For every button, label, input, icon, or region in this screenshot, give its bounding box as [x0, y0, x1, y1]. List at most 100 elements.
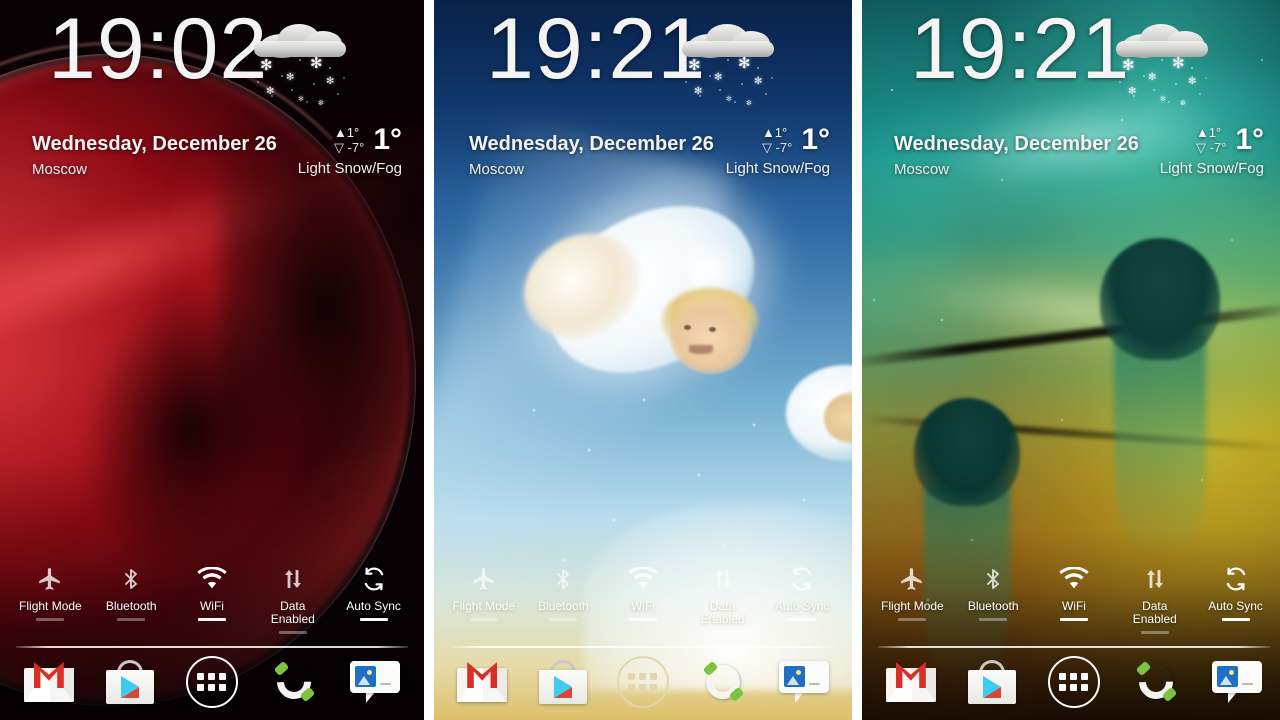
toggle-state-bar [1140, 631, 1169, 634]
weather-widget[interactable]: ▲1° ▽ -7° 1° Light Snow/Fog [1159, 123, 1264, 178]
toggle-wifi[interactable]: WiFi [175, 562, 249, 621]
toggle-label: Bluetooth [538, 599, 589, 613]
auto-sync-icon [1199, 562, 1273, 596]
toggle-state-bar [979, 618, 1008, 621]
quick-toggles-row: Flight Mode Bluetooth WiFi Data Enabled … [434, 562, 852, 634]
quick-toggles-row: Flight Mode Bluetooth WiFi Data Enabled … [0, 562, 424, 634]
gmail-icon[interactable] [18, 651, 80, 713]
play-store-icon[interactable] [99, 651, 161, 713]
clock-time[interactable]: 19:02 [48, 6, 268, 92]
toggle-label: Auto Sync [774, 599, 830, 613]
gmail-icon[interactable] [451, 651, 513, 713]
airplane-icon [875, 562, 949, 596]
airplane-icon [447, 562, 521, 596]
toggle-flight-mode[interactable]: Flight Mode [875, 562, 949, 621]
toggle-bluetooth[interactable]: Bluetooth [956, 562, 1030, 621]
homescreen-nebula[interactable]: 19:21 ✻ ✻ ✻ ✻ ✻ ✻ ✻ Wednesday, December … [862, 0, 1280, 720]
toggle-data-enabled[interactable]: Data Enabled [256, 562, 330, 634]
weather-widget[interactable]: ▲1° ▽ -7° 1° Light Snow/Fog [297, 123, 402, 178]
temp-current: 1° [1235, 123, 1264, 156]
app-drawer-icon[interactable] [612, 651, 674, 713]
toggle-state-bar [36, 618, 65, 621]
data-sync-arrows-icon [256, 562, 330, 596]
auto-sync-icon [337, 562, 411, 596]
bluetooth-icon [94, 562, 168, 596]
toggle-state-bar [117, 618, 146, 621]
phone-icon[interactable] [263, 651, 325, 713]
weather-condition: Light Snow/Fog [1159, 160, 1264, 177]
bluetooth-icon [526, 562, 600, 596]
toggle-bluetooth[interactable]: Bluetooth [94, 562, 168, 621]
temp-current: 1° [373, 123, 402, 156]
toggle-data-enabled[interactable]: Data Enabled [1118, 562, 1192, 634]
panel-separator-right [852, 0, 862, 720]
toggle-auto-sync[interactable]: Auto Sync [1199, 562, 1273, 621]
gmail-icon[interactable] [880, 651, 942, 713]
toggle-label: WiFi [630, 599, 655, 613]
toggle-state-bar [1221, 618, 1250, 621]
app-drawer-icon[interactable] [1043, 651, 1105, 713]
wifi-icon [606, 562, 680, 596]
date-label: Wednesday, December 26 [32, 133, 277, 155]
toggle-auto-sync[interactable]: Auto Sync [337, 562, 411, 621]
clock-time[interactable]: 19:21 [486, 6, 706, 92]
play-store-icon[interactable] [961, 651, 1023, 713]
toggle-label: Data Enabled [1132, 599, 1177, 626]
quick-toggles-row: Flight Mode Bluetooth WiFi Data Enabled … [862, 562, 1280, 634]
phone-icon[interactable] [692, 651, 754, 713]
toggle-label: Bluetooth [105, 599, 157, 613]
homescreen-blue[interactable]: 19:21 ✻ ✻ ✻ ✻ ✻ ✻ ✻ Wednesday, December … [434, 0, 852, 720]
toggle-label: Flight Mode [452, 599, 516, 613]
temp-high: ▲1° [761, 125, 788, 140]
messaging-icon[interactable] [344, 651, 406, 713]
app-drawer-icon[interactable] [181, 651, 243, 713]
weather-widget[interactable]: ▲1° ▽ -7° 1° Light Snow/Fog [726, 123, 830, 178]
wifi-icon [175, 562, 249, 596]
toggle-state-bar [1059, 618, 1088, 621]
toggle-bluetooth[interactable]: Bluetooth [526, 562, 600, 621]
toggle-label: WiFi [199, 599, 224, 613]
temp-low: ▽ -7° [761, 140, 793, 155]
dock-bar [434, 648, 852, 716]
date-label: Wednesday, December 26 [894, 133, 1139, 155]
toggle-state-bar [708, 631, 737, 634]
play-store-icon[interactable] [532, 651, 594, 713]
clock-time[interactable]: 19:21 [910, 6, 1130, 92]
snow-cloud-icon: ✻ ✻ ✻ ✻ ✻ ✻ ✻ [1110, 18, 1218, 110]
temp-high: ▲1° [333, 125, 360, 140]
phone-icon[interactable] [1125, 651, 1187, 713]
city-label: Moscow [469, 161, 525, 178]
temp-current: 1° [801, 123, 830, 156]
toggle-flight-mode[interactable]: Flight Mode [447, 562, 521, 621]
toggle-wifi[interactable]: WiFi [606, 562, 680, 621]
messaging-icon[interactable] [773, 651, 835, 713]
homescreen-gallery: 19:02 ✻ ✻ ✻ ✻ ✻ ✻ ✻ Wednesday, December … [0, 0, 1280, 720]
toggle-state-bar [469, 618, 498, 621]
toggle-data-enabled[interactable]: Data Enabled [686, 562, 760, 634]
toggle-label: Flight Mode [19, 599, 82, 613]
temp-low: ▽ -7° [333, 140, 365, 155]
panel-separator-left [424, 0, 434, 720]
temp-low: ▽ -7° [1195, 140, 1227, 155]
toggle-label: Auto Sync [1208, 599, 1263, 613]
dock-bar [862, 648, 1280, 716]
toggle-state-bar [898, 618, 927, 621]
toggle-wifi[interactable]: WiFi [1037, 562, 1111, 621]
messaging-icon[interactable] [1206, 651, 1268, 713]
toggle-label: WiFi [1061, 599, 1086, 613]
city-label: Moscow [32, 161, 88, 178]
toggle-state-bar [359, 618, 388, 621]
toggle-flight-mode[interactable]: Flight Mode [13, 562, 87, 621]
toggle-label: Bluetooth [967, 599, 1019, 613]
date-label: Wednesday, December 26 [469, 133, 714, 155]
snow-cloud-icon: ✻ ✻ ✻ ✻ ✻ ✻ ✻ [248, 18, 356, 110]
wifi-icon [1037, 562, 1111, 596]
toggle-label: Data Enabled [270, 599, 315, 626]
city-label: Moscow [894, 161, 950, 178]
homescreen-red[interactable]: 19:02 ✻ ✻ ✻ ✻ ✻ ✻ ✻ Wednesday, December … [0, 0, 424, 720]
weather-condition: Light Snow/Fog [297, 160, 402, 177]
dock-bar [0, 648, 424, 716]
toggle-auto-sync[interactable]: Auto Sync [765, 562, 839, 621]
temp-high: ▲1° [1195, 125, 1222, 140]
toggle-state-bar [788, 618, 817, 621]
